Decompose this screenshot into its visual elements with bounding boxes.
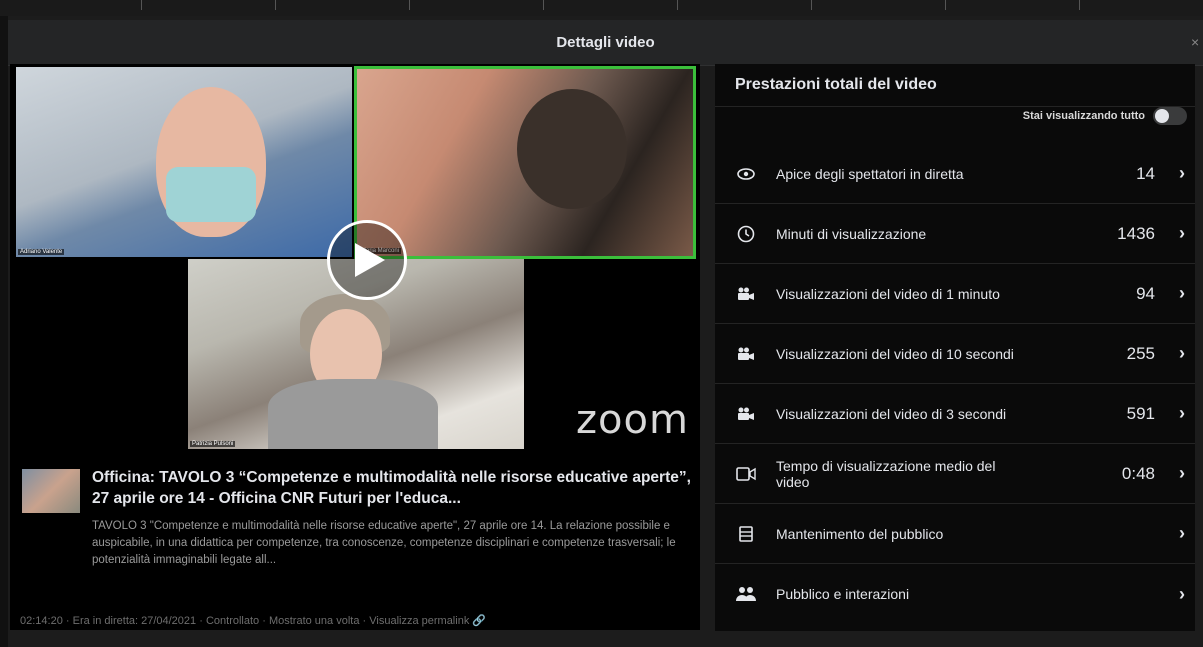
stat-row-1min-views[interactable]: Visualizzazioni del video di 1 minuto 94… [715,264,1195,324]
stat-row-audience-engagement[interactable]: Pubblico e interazioni › [715,564,1195,624]
strip-segment [410,0,544,10]
chevron-right-icon: › [1179,163,1185,183]
stat-value: 255 [1126,343,1155,363]
status-text: Controllato [205,615,260,627]
stats-panel: Prestazioni totali del video Stai visual… [715,64,1195,631]
video-frame: Adriano Valente Maria Marconi Patrizia P… [16,66,696,453]
stat-row-10s-views[interactable]: Visualizzazioni del video di 10 secondi … [715,324,1195,384]
stat-value: 14 [1136,163,1155,183]
strip-segment [946,0,1080,10]
stat-row-3s-views[interactable]: Visualizzazioni del video di 3 secondi 5… [715,384,1195,444]
stat-row-audience-retention[interactable]: Mantenimento del pubblico › [715,504,1195,564]
eye-icon [735,163,757,185]
retention-icon [735,523,757,545]
chevron-right-icon: › [1179,223,1185,243]
shown-text: Mostrato una volta [268,615,360,627]
zoom-logo: zoom [576,397,689,443]
video-title[interactable]: Officina: TAVOLO 3 “Competenze e multimo… [92,467,692,509]
stat-value: 94 [1136,283,1155,303]
video-meta: 02:14:20 · Era in diretta: 27/04/2021 · … [20,614,700,627]
chevron-right-icon: › [1179,523,1185,543]
face-mask [166,167,256,222]
separator: · [65,615,73,627]
chevron-right-icon: › [1179,343,1185,363]
participant-scarf [268,379,438,449]
stat-value: 591 [1126,403,1155,423]
stat-label: Visualizzazioni del video di 10 secondi [776,345,1014,362]
participant-face [517,89,627,209]
video-description: TAVOLO 3 "Competenze e multimodalità nel… [92,520,676,566]
chevron-right-icon: › [1179,583,1185,604]
participant-tile-active: Maria Marconi [354,66,696,259]
stat-label: Visualizzazioni del video di 1 minuto [776,285,1000,302]
film-camera-icon [735,343,757,365]
live-date: Era in diretta: 27/04/2021 [72,615,197,627]
film-camera-icon [735,403,757,425]
stats-list: Apice degli spettatori in diretta 14 › M… [715,144,1195,624]
people-icon [735,583,757,605]
close-icon[interactable]: × [1191,34,1203,50]
view-all-label: Stai visualizzando tutto [1022,110,1145,122]
separator: · [262,615,269,627]
stat-label: Mantenimento del pubblico [776,525,944,542]
stat-value: 0:48 [1121,463,1155,483]
stat-label: Apice degli spettatori in diretta [776,165,964,182]
strip-segment [544,0,678,10]
chevron-right-icon: › [1179,403,1185,423]
stat-row-minutes-viewed[interactable]: Minuti di visualizzazione 1436 › [715,204,1195,264]
strip-segment [0,0,142,10]
view-all-control: Stai visualizzando tutto [1023,107,1187,125]
stat-label: Pubblico e interazioni [776,586,910,602]
video-camera-icon [735,463,757,485]
separator: · [199,615,206,627]
video-duration: 02:14:20 [20,615,63,627]
participant-name: Patrizia Pulsoni [190,441,236,447]
video-thumbnail[interactable] [22,469,80,513]
clock-icon [735,223,757,245]
stat-label: Minuti di visualizzazione [776,225,927,242]
stat-label: Tempo di visualizzazione medio del video [776,457,996,490]
stat-row-peak-viewers[interactable]: Apice degli spettatori in diretta 14 › [715,144,1195,204]
chevron-right-icon: › [1179,283,1185,303]
strip-segment [678,0,812,10]
strip-segment [142,0,276,10]
view-all-toggle[interactable] [1153,107,1187,125]
stats-title: Prestazioni totali del video [735,76,937,93]
strip-segment [812,0,946,10]
stat-label: Visualizzazioni del video di 3 secondi [776,405,1007,422]
link-icon: 🔗 [472,615,487,627]
permalink-link[interactable]: Visualizza permalink [369,615,469,627]
film-camera-icon [735,283,757,305]
modal-title: Dettagli video [556,34,655,51]
participant-name: Adriano Valente [18,249,65,255]
play-button[interactable] [327,220,407,300]
toggle-knob [1155,109,1169,123]
stat-value: 1436 [1117,223,1155,243]
video-player[interactable]: Adriano Valente Maria Marconi Patrizia P… [10,64,700,630]
chevron-right-icon: › [1179,463,1185,483]
participant-tile: Adriano Valente [16,67,352,257]
strip-segment [276,0,410,10]
play-icon [355,243,385,277]
modal-header: Dettagli video × [8,20,1203,66]
stat-row-avg-watch-time[interactable]: Tempo di visualizzazione medio del video… [715,444,1195,504]
top-strip [0,0,1203,16]
